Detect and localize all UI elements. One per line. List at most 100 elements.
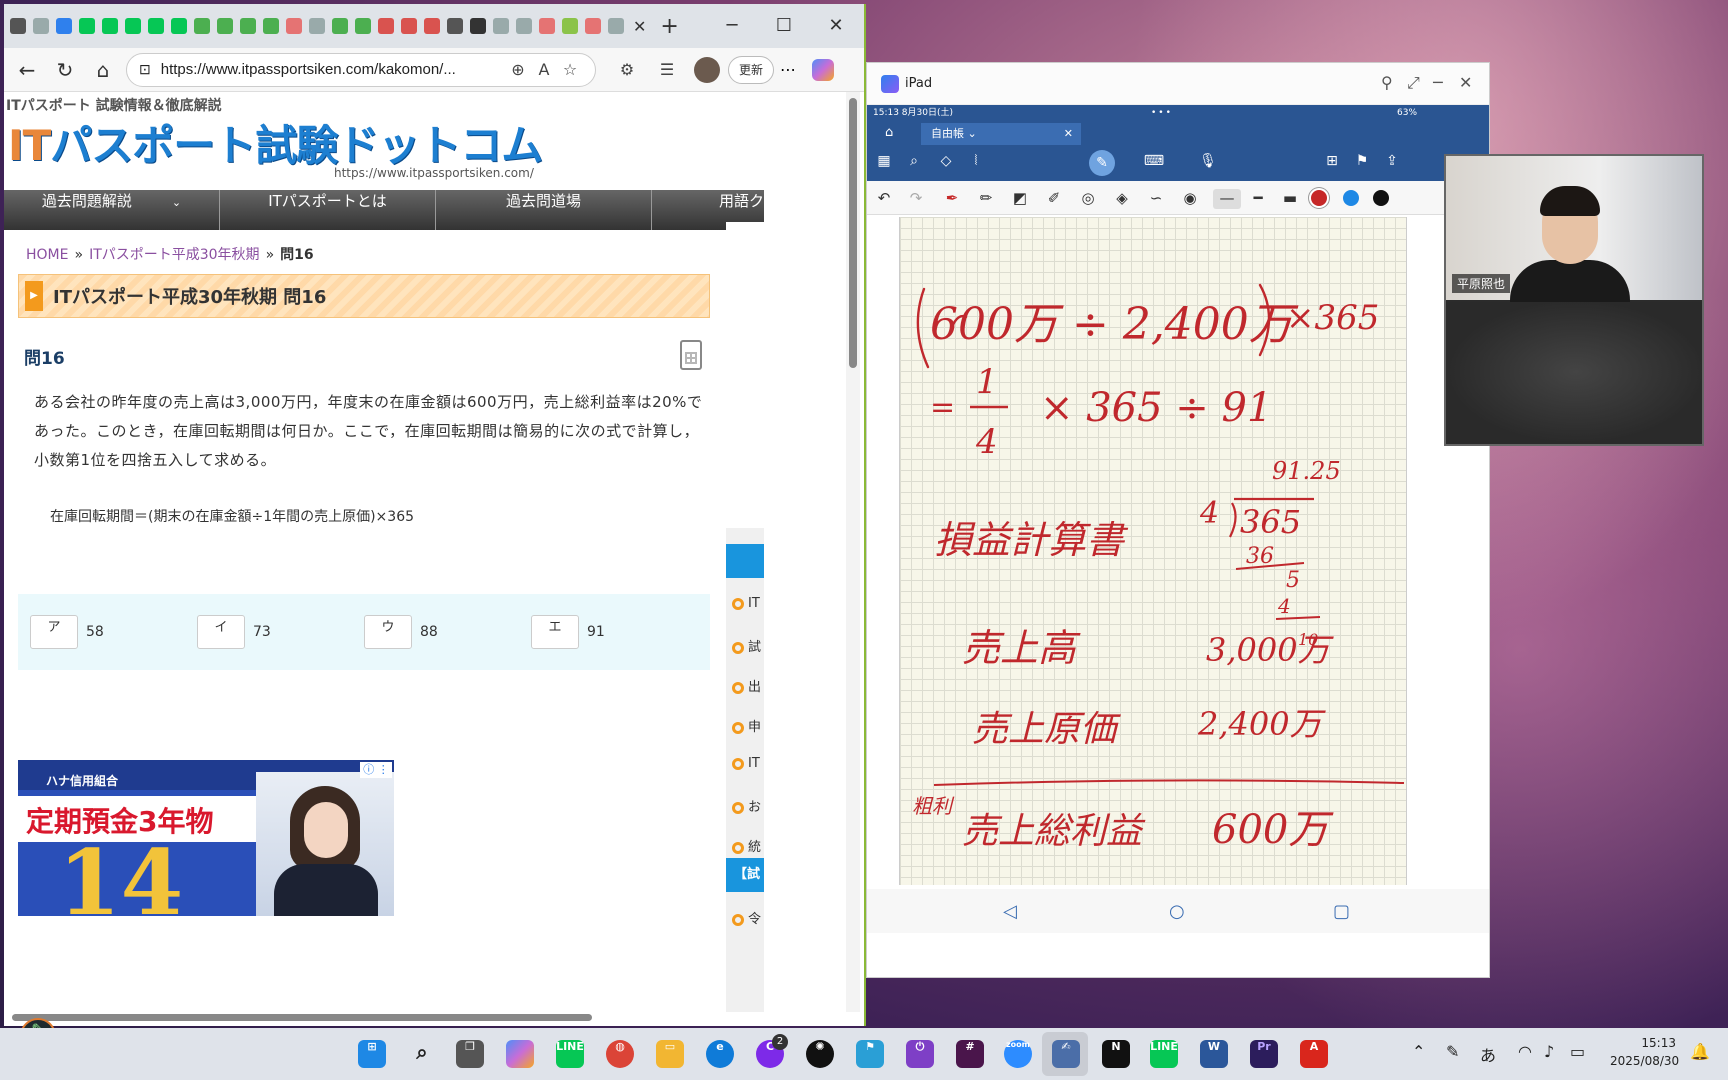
video-call-overlay[interactable]: 平原照也 [1444, 154, 1704, 446]
back-icon[interactable]: ← [12, 55, 42, 85]
site-info-icon[interactable]: ⊡ [139, 61, 151, 78]
edge-icon[interactable]: e [706, 1040, 734, 1068]
red-color-swatch[interactable] [1311, 190, 1327, 206]
sheet-tab-icon[interactable] [332, 18, 348, 34]
figma-tab-icon[interactable] [539, 18, 555, 34]
file-explorer-icon[interactable]: ▭ [656, 1040, 684, 1068]
recents-nav-icon[interactable]: ▢ [1333, 901, 1350, 922]
site-logo[interactable]: ITパスポート試験ドットコム [8, 112, 543, 173]
tab-favicon[interactable] [447, 18, 463, 34]
answer-choice[interactable]: エ 91 [531, 615, 698, 649]
laser-icon[interactable]: ◉ [1179, 189, 1201, 209]
black-color-swatch[interactable] [1373, 190, 1389, 206]
home-icon[interactable]: ⌂ [88, 55, 118, 85]
pencil-tool-icon[interactable]: ✏ [975, 189, 997, 209]
line-tab-icon[interactable] [148, 18, 164, 34]
task-view-icon[interactable]: ❐ [456, 1040, 484, 1068]
chrome-icon[interactable]: ◍ [606, 1040, 634, 1068]
close-tab-icon[interactable]: ✕ [633, 17, 646, 36]
tray-chevron-icon[interactable]: ⌃ [1412, 1042, 1425, 1061]
fullscreen-icon[interactable]: ⤢ [1407, 73, 1420, 93]
notion-icon[interactable]: N [1102, 1040, 1130, 1068]
sidebar-link[interactable]: IT [732, 756, 764, 771]
word-icon[interactable]: W [1200, 1040, 1228, 1068]
maximize-icon[interactable]: ☐ [764, 12, 804, 40]
volume-icon[interactable]: ♪ [1544, 1042, 1554, 1061]
sheet-tab-icon[interactable] [240, 18, 256, 34]
ad-info-icon[interactable]: ⓘ ⋮ [360, 762, 392, 778]
sidebar-link[interactable]: 出 [732, 676, 764, 695]
tab-favicon[interactable] [33, 18, 49, 34]
nav-item-about[interactable]: ITパスポートとは [220, 190, 436, 230]
tab-actions-icon[interactable] [10, 18, 26, 34]
lasso-icon[interactable]: ◇ [935, 153, 957, 173]
minimize-icon[interactable]: ─ [712, 12, 752, 40]
sheet-tab-icon[interactable] [263, 18, 279, 34]
copilot-icon[interactable] [506, 1040, 534, 1068]
nav-item-kakomon[interactable]: 過去問題解説 ⌄ [4, 190, 220, 230]
tab-favicon[interactable] [516, 18, 532, 34]
advertisement-banner[interactable]: ハナ信用組合 定期預金3年物 14 ⓘ ⋮ [18, 760, 394, 916]
breadcrumb-parent[interactable]: ITパスポート平成30年秋期 [89, 247, 260, 263]
sheet-tab-icon[interactable] [217, 18, 233, 34]
line-tab-icon[interactable] [171, 18, 187, 34]
sidebar-link[interactable]: IT [732, 596, 764, 611]
search-tab-icon[interactable] [309, 18, 325, 34]
close-icon[interactable]: ✕ [1459, 73, 1472, 92]
pen-tool-icon[interactable]: ✒ [941, 189, 963, 209]
extensions-icon[interactable]: ⚙ [614, 60, 640, 79]
keyboard-icon[interactable]: ⌨ [1143, 153, 1165, 173]
refresh-icon[interactable]: ↻ [50, 55, 80, 85]
pen-tray-icon[interactable]: ✎ [1446, 1042, 1459, 1061]
more-menu-icon[interactable]: ⋯ [780, 60, 796, 79]
thin-stroke-icon[interactable]: — [1213, 189, 1241, 209]
search-icon[interactable]: ⌕ [903, 153, 925, 173]
active-tab-favicon[interactable] [608, 18, 624, 34]
line-tab-icon[interactable] [79, 18, 95, 34]
profile-avatar[interactable] [694, 56, 720, 83]
acrobat-icon[interactable]: A [1300, 1040, 1328, 1068]
nav-item-dojo[interactable]: 過去問道場 [436, 190, 652, 230]
app-icon[interactable]: ⚑ [856, 1040, 884, 1068]
home-icon[interactable]: ⌂ [885, 125, 893, 140]
notification-icon[interactable]: 🔔 [1690, 1042, 1710, 1061]
sidebar-link[interactable]: 令 [732, 908, 764, 927]
vertical-scrollbar[interactable] [846, 92, 860, 1012]
ipad-titlebar[interactable]: iPad [867, 63, 1489, 105]
clock[interactable]: 15:13 2025/08/30 [1610, 1034, 1679, 1070]
sidebar-link[interactable]: 統 [732, 836, 764, 855]
sidebar-link[interactable]: 試 [732, 636, 764, 655]
line-tab-icon[interactable] [102, 18, 118, 34]
search-icon[interactable]: ⌕ [408, 1040, 436, 1068]
tab-favicon[interactable] [56, 18, 72, 34]
ipad-mirror-app-icon[interactable]: ✍ [1052, 1040, 1080, 1068]
handwritten-notes-canvas[interactable]: 600万 ÷ 2,400万 ×365 = 1 4 × 365 ÷ 91 91.2… [899, 217, 1407, 885]
tab-favicon[interactable] [562, 18, 578, 34]
grid-view-icon[interactable]: ▦ [873, 153, 895, 173]
x-tab-icon[interactable] [470, 18, 486, 34]
calculator-icon[interactable] [680, 340, 702, 370]
sidebar-link[interactable]: 申 [732, 716, 764, 735]
pdf-tab-icon[interactable] [401, 18, 417, 34]
start-icon[interactable]: ⊞ [358, 1040, 386, 1068]
pen-mode-icon[interactable]: ✎ [1089, 150, 1115, 176]
highlighter-icon[interactable]: ✐ [1043, 189, 1065, 209]
breadcrumb-home[interactable]: HOME [26, 247, 68, 263]
sheet-tab-icon[interactable] [355, 18, 371, 34]
eraser-icon[interactable]: ◩ [1009, 189, 1031, 209]
favorites-icon[interactable]: ☰ [654, 60, 680, 79]
figma-tab-icon[interactable] [286, 18, 302, 34]
notebook-tab[interactable]: 自由帳 ⌄ ✕ [921, 123, 1081, 145]
answer-choice[interactable]: イ 73 [197, 615, 364, 649]
zoom-icon[interactable]: zoom [1004, 1040, 1032, 1068]
pdf-tab-icon[interactable] [378, 18, 394, 34]
zoom-icon[interactable]: ⊕ [505, 60, 531, 79]
home-nav-icon[interactable]: ○ [1169, 901, 1185, 922]
line-icon[interactable]: LINE [1150, 1040, 1178, 1068]
line-tab-icon[interactable] [125, 18, 141, 34]
answer-choice[interactable]: ア 58 [30, 615, 197, 649]
slack-icon[interactable]: # [956, 1040, 984, 1068]
line-icon[interactable]: LINE [556, 1040, 584, 1068]
power-app-icon[interactable]: ⏻ [906, 1040, 934, 1068]
url-input[interactable]: ⊡ https://www.itpassportsiken.com/kakomo… [126, 52, 596, 87]
